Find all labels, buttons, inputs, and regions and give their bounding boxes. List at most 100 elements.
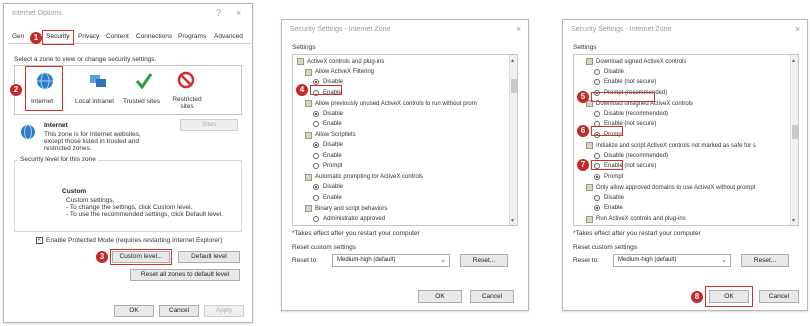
zone-desc-line: restricted zones.: [44, 145, 92, 152]
settings-icon: [586, 215, 593, 223]
radio-button[interactable]: [594, 173, 600, 180]
radio-button[interactable]: [313, 110, 319, 117]
settings-scrollbar[interactable]: ▴ ▾: [509, 55, 517, 225]
settings-label: Settings: [292, 44, 316, 51]
scroll-thumb[interactable]: [792, 125, 798, 139]
setting-label: Disable: [604, 68, 625, 75]
settings-icon: [586, 184, 593, 191]
setting-option[interactable]: Disable (recommended): [594, 152, 668, 159]
setting-label: Automatic prompting for ActiveX controls: [315, 174, 424, 180]
tab-general[interactable]: Gen: [12, 33, 24, 40]
setting-group: Download signed ActiveX controls: [586, 58, 686, 65]
setting-option[interactable]: Prompt: [594, 173, 623, 180]
setting-option[interactable]: Enable: [313, 152, 342, 159]
radio-button[interactable]: [594, 152, 600, 159]
setting-option[interactable]: Disable: [594, 68, 625, 75]
setting-option[interactable]: Disable: [313, 142, 343, 148]
protected-mode-checkbox[interactable]: ✓: [36, 237, 43, 244]
custom-title: Custom: [62, 188, 87, 195]
zone-trusted-sites[interactable]: Trusted sites: [123, 68, 163, 112]
settings-scrollbar[interactable]: ▴ ▾: [790, 55, 798, 225]
close-icon[interactable]: ×: [236, 8, 241, 18]
zone-label: Local intranet: [75, 98, 115, 105]
prompt-recommended-highlight: [591, 92, 655, 102]
tab-programs[interactable]: Programs: [178, 33, 206, 40]
radio-button[interactable]: [313, 163, 319, 169]
cancel-button[interactable]: Cancel: [759, 290, 799, 303]
radio-button[interactable]: [594, 79, 600, 85]
step-badge-2: 2: [10, 84, 22, 96]
radio-button[interactable]: [313, 184, 319, 190]
radio-button[interactable]: [313, 142, 319, 148]
setting-option[interactable]: Disable: [594, 194, 625, 201]
tab-privacy[interactable]: Privacy: [78, 33, 99, 40]
cancel-button[interactable]: Cancel: [470, 290, 514, 303]
globe-icon: [21, 124, 35, 140]
setting-option[interactable]: Disable: [313, 184, 343, 190]
help-icon[interactable]: ?: [216, 8, 221, 18]
setting-label: Binary and script behaviors: [315, 205, 388, 212]
close-icon[interactable]: ×: [516, 24, 521, 34]
settings-icon: [305, 205, 312, 212]
setting-label: Disable: [323, 184, 344, 190]
reset-button[interactable]: Reset...: [741, 254, 789, 267]
setting-option[interactable]: Enable: [313, 121, 342, 127]
default-level-button[interactable]: Default level: [178, 251, 240, 263]
computers-icon: [90, 75, 106, 87]
radio-button[interactable]: [313, 121, 319, 127]
step-badge-3: 3: [96, 251, 108, 263]
radio-button[interactable]: [313, 194, 319, 201]
radio-button[interactable]: [594, 110, 600, 117]
scroll-thumb[interactable]: [511, 79, 517, 93]
prompt-initialize-highlight: [591, 160, 623, 170]
scroll-up-icon[interactable]: ▴: [511, 57, 514, 64]
security-level-label: Security level for this zone: [18, 156, 98, 163]
setting-option[interactable]: Enable: [594, 205, 623, 211]
cancel-button[interactable]: Cancel: [159, 305, 199, 317]
step-badge-5: 5: [577, 91, 589, 103]
setting-label: Enable (not secure): [604, 79, 657, 85]
setting-label: ActiveX controls and plug-ins: [307, 58, 385, 65]
tab-advanced[interactable]: Advanced: [214, 33, 243, 40]
setting-label: Enable: [323, 152, 342, 159]
setting-group: Binary and script behaviors: [305, 205, 387, 212]
setting-option[interactable]: Disable (recommended): [594, 110, 668, 117]
apply-button[interactable]: Apply: [204, 305, 244, 317]
security-settings-dialog-2: Security Settings - Internet Zone × Sett…: [562, 19, 808, 311]
disable-option-highlight: [310, 85, 342, 95]
setting-option[interactable]: Enable (not secure): [594, 79, 656, 85]
custom-line: Custom settings.: [66, 197, 115, 204]
ok-button[interactable]: OK: [114, 305, 154, 317]
radio-button[interactable]: [313, 152, 319, 159]
tab-content[interactable]: Content: [106, 33, 129, 40]
radio-button[interactable]: [594, 205, 600, 211]
radio-button[interactable]: [594, 68, 600, 75]
setting-option[interactable]: Prompt: [313, 163, 342, 169]
setting-label: Enable: [604, 205, 623, 211]
setting-label: Run ActiveX controls and plug-ins: [596, 216, 686, 222]
ok-button[interactable]: OK: [418, 290, 462, 303]
zone-local-intranet[interactable]: Local intranet: [75, 68, 119, 112]
setting-option[interactable]: Enable: [313, 194, 342, 201]
radio-button[interactable]: [313, 215, 319, 222]
setting-option[interactable]: Disable: [313, 110, 343, 117]
radio-button[interactable]: [594, 194, 600, 201]
zone-restricted-sites[interactable]: Restricted sites: [165, 68, 209, 114]
reset-button[interactable]: Reset...: [460, 254, 508, 267]
prompt-unsigned-highlight: [591, 126, 623, 136]
step-badge-1: 1: [30, 32, 42, 44]
scroll-down-icon[interactable]: ▾: [792, 217, 795, 224]
reset-all-zones-button[interactable]: Reset all zones to default level: [130, 269, 240, 281]
setting-label: Disable: [604, 194, 625, 201]
setting-label: Allow Scriptlets: [315, 132, 356, 138]
close-icon[interactable]: ×: [795, 24, 800, 34]
reset-level-select[interactable]: Medium-high (default) ⌄: [613, 254, 731, 267]
scroll-down-icon[interactable]: ▾: [511, 217, 514, 224]
settings-list: ▴ ▾ ActiveX controls and plug-ins Allow A…: [292, 54, 518, 226]
sites-button[interactable]: Sites: [180, 119, 238, 131]
reset-level-select[interactable]: Medium-high (default) ⌄: [332, 254, 450, 267]
step-badge-4: 4: [296, 84, 308, 96]
tab-connections[interactable]: Connections: [136, 33, 172, 40]
setting-option[interactable]: Administrator approved: [313, 215, 385, 222]
scroll-up-icon[interactable]: ▴: [792, 57, 795, 64]
